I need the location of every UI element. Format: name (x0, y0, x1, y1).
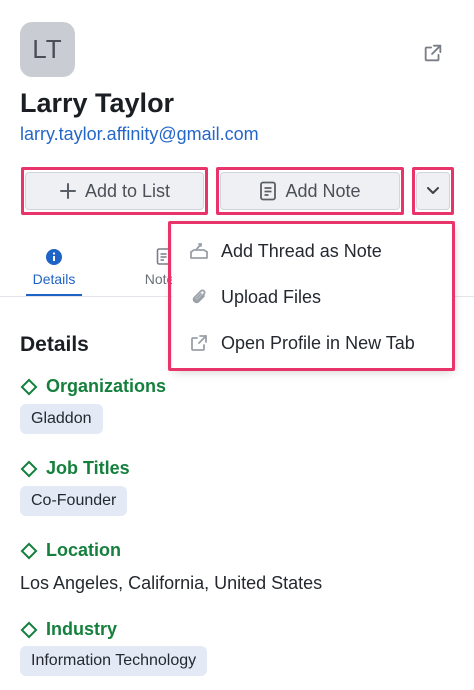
diamond-icon (20, 378, 38, 395)
note-icon (156, 248, 170, 265)
diamond-icon (20, 542, 38, 559)
contact-email-link[interactable]: larry.taylor.affinity@gmail.com (20, 124, 259, 145)
menu-item-label: Open Profile in New Tab (221, 332, 415, 353)
more-actions-menu: Add Thread as Note Upload Files Open Pro… (172, 224, 454, 370)
add-to-list-label: Add to List (84, 180, 171, 201)
external-link-icon (191, 335, 207, 351)
location-value: Los Angeles, California, United States (20, 573, 323, 593)
field-label-industry: Industry (20, 619, 117, 640)
avatar: LT (20, 22, 75, 77)
industry-chip[interactable]: Information Technology (20, 646, 208, 676)
note-icon (260, 181, 277, 201)
chevron-down-icon (427, 187, 439, 194)
organization-chip[interactable]: Gladdon (20, 404, 103, 434)
add-note-button[interactable]: Add Note (220, 172, 400, 210)
tab-details-label: Details (32, 271, 76, 287)
diamond-icon (20, 460, 38, 477)
more-actions-dropdown-button[interactable] (416, 172, 450, 210)
info-icon (46, 249, 62, 265)
diamond-icon (20, 621, 38, 638)
external-link-icon[interactable] (422, 42, 444, 64)
thread-note-icon (190, 243, 208, 259)
field-label-text: Industry (46, 619, 118, 639)
paperclip-icon (192, 289, 206, 304)
field-label-text: Job Titles (46, 458, 130, 478)
field-label-organizations: Organizations (20, 376, 166, 397)
field-label-text: Organizations (46, 376, 167, 396)
menu-item-label: Add Thread as Note (221, 240, 382, 261)
field-label-location: Location (20, 540, 121, 561)
add-to-list-button[interactable]: Add to List (25, 172, 204, 210)
menu-item-add-thread-as-note[interactable]: Add Thread as Note (172, 228, 454, 274)
job-title-chip[interactable]: Co-Founder (20, 486, 128, 516)
field-label-job-titles: Job Titles (20, 458, 130, 479)
details-heading: Details (20, 333, 89, 356)
field-label-text: Location (46, 540, 121, 560)
plus-icon (59, 183, 76, 199)
add-note-label: Add Note (285, 180, 361, 201)
menu-item-open-profile-new-tab[interactable]: Open Profile in New Tab (172, 320, 454, 366)
tab-details[interactable]: Details (26, 236, 82, 296)
menu-item-upload-files[interactable]: Upload Files (172, 274, 454, 320)
contact-name: Larry Taylor (20, 88, 175, 118)
tab-active-indicator (26, 294, 82, 296)
menu-item-label: Upload Files (221, 286, 322, 307)
